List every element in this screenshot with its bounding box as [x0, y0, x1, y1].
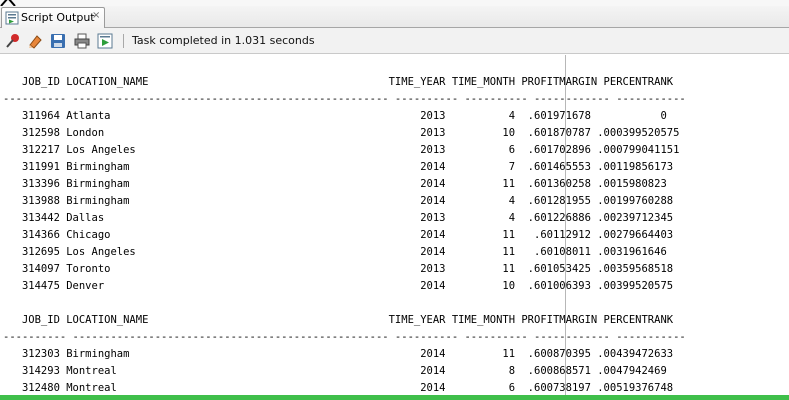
result-row: 314097 Toronto 2013 11 .601053425 .00359…: [3, 263, 674, 275]
print-icon: [74, 33, 90, 49]
result-row: 312695 Los Angeles 2014 11 .60108011 .00…: [3, 246, 667, 258]
header-underline: ---------- -----------------------------…: [3, 93, 686, 105]
result-row: 313988 Birmingham 2014 4 .601281955 .001…: [3, 195, 674, 207]
tab-script-output[interactable]: Script Output ×: [1, 7, 105, 28]
result-row: 313396 Birmingham 2014 11 .601360258 .00…: [3, 178, 667, 190]
run-script-icon: [97, 33, 113, 49]
toolbar-separator: [123, 34, 124, 48]
result-row: 311964 Atlanta 2013 4 .601971678 0: [3, 110, 667, 122]
pin-icon: [6, 34, 19, 48]
result-row: 312480 Montreal 2014 6 .600738197 .00519…: [3, 382, 674, 394]
pin-button[interactable]: [4, 32, 22, 50]
panel-tab-bar: Script Output ×: [0, 6, 789, 28]
result-row: 314475 Denver 2014 10 .601006393 .003995…: [3, 280, 674, 292]
clear-button[interactable]: [26, 32, 44, 50]
column-header-line: JOB_ID LOCATION_NAME TIME_YEAR TIME_MONT…: [3, 314, 674, 326]
tab-title: Script Output: [21, 11, 95, 24]
save-button[interactable]: [49, 32, 67, 50]
result-row: 312598 London 2013 10 .601870787 .000399…: [3, 127, 680, 139]
script-output-icon: [5, 11, 19, 25]
save-icon: [51, 34, 65, 48]
result-row: 314293 Montreal 2014 8 .600868571 .00479…: [3, 365, 667, 377]
output-toolbar: Task completed in 1.031 seconds: [0, 28, 789, 54]
result-row: 314366 Chicago 2014 11 .60112912 .002796…: [3, 229, 674, 241]
print-button[interactable]: [73, 32, 91, 50]
header-underline: ---------- -----------------------------…: [3, 331, 686, 343]
run-script-button[interactable]: [96, 32, 114, 50]
bottom-status-strip: [0, 395, 789, 400]
eraser-icon: [29, 35, 42, 49]
result-row: 312217 Los Angeles 2013 6 .601702896 .00…: [3, 144, 680, 156]
close-tab-button[interactable]: ×: [92, 10, 100, 21]
column-header-line: JOB_ID LOCATION_NAME TIME_YEAR TIME_MONT…: [3, 76, 674, 88]
script-output-area[interactable]: JOB_ID LOCATION_NAME TIME_YEAR TIME_MONT…: [0, 55, 789, 395]
result-row: 312303 Birmingham 2014 11 .600870395 .00…: [3, 348, 674, 360]
result-row: 313442 Dallas 2013 4 .601226886 .0023971…: [3, 212, 674, 224]
result-row: 311991 Birmingham 2014 7 .601465553 .001…: [3, 161, 674, 173]
status-message: Task completed in 1.031 seconds: [132, 34, 315, 47]
